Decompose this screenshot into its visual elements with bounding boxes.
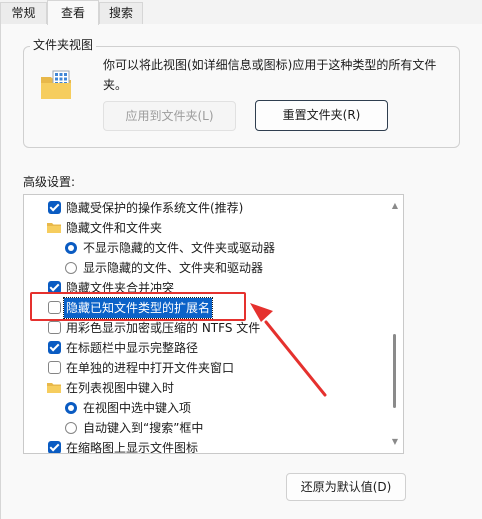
folder-icon [47,383,61,393]
list-scrollbar[interactable]: ▲ ▼ [387,195,403,453]
setting-label: 在标题栏中显示完整路径 [66,341,199,355]
tab-strip: 常规 查看 搜索 [0,0,482,25]
folder-views-title: 文件夹视图 [30,37,97,53]
tab-search[interactable]: 搜索 [99,2,143,24]
setting-label-selected: 隐藏已知文件类型的扩展名 [62,297,214,319]
checkbox-unchecked-icon[interactable] [48,361,61,374]
setting-label: 在视图中选中键入项 [83,401,192,415]
tab-general[interactable]: 常规 [0,2,47,24]
setting-label: 自动键入到“搜索”框中 [83,421,204,435]
reset-folders-button[interactable]: 重置文件夹(R) [255,100,388,131]
setting-dont-show-hidden[interactable]: 不显示隐藏的文件、文件夹或驱动器 [24,238,388,258]
radio-unselected-icon[interactable] [65,262,77,274]
setting-separate-process[interactable]: 在单独的进程中打开文件夹窗口 [24,358,388,378]
setting-label: 用彩色显示加密或压缩的 NTFS 文件 [66,321,261,335]
setting-hide-merge-conflicts[interactable]: 隐藏文件夹合并冲突 [24,278,388,298]
scroll-up-arrow-icon[interactable]: ▲ [390,201,400,211]
setting-type-into-search[interactable]: 自动键入到“搜索”框中 [24,418,388,438]
radio-selected-icon[interactable] [65,402,77,414]
checkbox-checked-icon[interactable] [48,281,61,294]
setting-show-hidden[interactable]: 显示隐藏的文件、文件夹和驱动器 [24,258,388,278]
setting-label: 在列表视图中键入时 [66,381,175,395]
folder-icon [47,223,61,233]
checkbox-checked-icon[interactable] [48,441,61,453]
folder-hidden-files-group: 隐藏文件和文件夹 [24,218,388,238]
setting-full-path-titlebar[interactable]: 在标题栏中显示完整路径 [24,338,388,358]
apply-to-folders-button[interactable]: 应用到文件夹(L) [103,101,236,131]
setting-hide-known-extensions[interactable]: 隐藏已知文件类型的扩展名 [24,297,388,319]
setting-label: 显示隐藏的文件、文件夹和驱动器 [83,261,264,275]
checkbox-checked-icon[interactable] [48,341,61,354]
setting-label: 隐藏受保护的操作系统文件(推荐) [66,201,244,215]
radio-unselected-icon[interactable] [65,422,77,434]
scroll-thumb[interactable] [393,334,396,408]
setting-select-typed-item[interactable]: 在视图中选中键入项 [24,398,388,418]
setting-label: 隐藏文件和文件夹 [66,221,163,235]
folder-views-description: 你可以将此视图(如详细信息或图标)应用于这种类型的所有文件夹。 [103,58,437,92]
setting-color-ntfs-files[interactable]: 用彩色显示加密或压缩的 NTFS 文件 [24,318,388,338]
folder-view-icon [41,70,71,99]
scroll-down-arrow-icon[interactable]: ▼ [390,437,400,447]
setting-label: 在缩略图上显示文件图标 [66,441,199,454]
advanced-settings-label: 高级设置: [23,175,76,189]
checkbox-unchecked-icon[interactable] [48,301,61,314]
restore-defaults-button[interactable]: 还原为默认值(D) [286,473,406,501]
setting-hide-protected-os-files[interactable]: 隐藏受保护的操作系统文件(推荐) [24,198,388,218]
setting-label: 在单独的进程中打开文件夹窗口 [66,361,235,375]
setting-label: 隐藏文件夹合并冲突 [66,281,175,295]
checkbox-checked-icon[interactable] [48,201,61,214]
setting-thumbnail-file-icons[interactable]: 在缩略图上显示文件图标 [24,438,388,454]
setting-label: 不显示隐藏的文件、文件夹或驱动器 [83,241,276,255]
checkbox-unchecked-icon[interactable] [48,321,61,334]
radio-selected-icon[interactable] [65,242,77,254]
tab-view[interactable]: 查看 [47,0,99,25]
folder-list-view-typing-group: 在列表视图中键入时 [24,378,388,398]
advanced-settings-list[interactable]: 隐藏受保护的操作系统文件(推荐) 隐藏文件和文件夹 不显示隐藏的文件、文件夹或驱… [23,194,404,454]
